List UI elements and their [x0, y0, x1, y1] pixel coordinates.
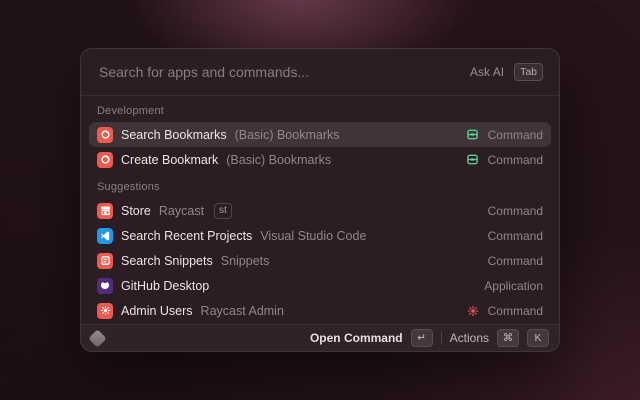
item-title: Search Snippets — [121, 254, 213, 268]
results-list: Development Search Bookmarks (Basic) Bookm… — [81, 96, 559, 324]
store-icon — [97, 203, 113, 219]
item-type-label: Application — [484, 279, 543, 293]
search-input[interactable] — [97, 63, 460, 81]
section-header-suggestions: Suggestions — [89, 172, 551, 198]
bookmarks-icon — [97, 152, 113, 168]
actions-button[interactable]: Actions — [450, 331, 489, 345]
open-command-button[interactable]: Open Command — [310, 331, 403, 345]
item-title: Search Bookmarks — [121, 128, 227, 142]
burst-red-icon — [466, 304, 480, 318]
archive-green-icon — [466, 153, 480, 167]
item-title: GitHub Desktop — [121, 279, 209, 293]
item-type-label: Command — [488, 304, 543, 318]
item-subtitle: Raycast — [159, 204, 204, 218]
item-type-label: Command — [488, 254, 543, 268]
footer-bar: Open Command ↵ Actions ⌘ K — [81, 324, 559, 351]
list-item[interactable]: Search Bookmarks (Basic) Bookmarks Command — [89, 122, 551, 147]
desktop-background: Ask AI Tab Development Search Bookmarks (B… — [0, 0, 640, 400]
list-item[interactable]: Search Recent Projects Visual Studio Code… — [89, 223, 551, 248]
item-title: Search Recent Projects — [121, 229, 252, 243]
raycast-window: Ask AI Tab Development Search Bookmarks (B… — [80, 48, 560, 352]
admin-users-icon — [97, 303, 113, 319]
item-type-label: Command — [488, 204, 543, 218]
item-type-label: Command — [488, 128, 543, 142]
bookmarks-icon — [97, 127, 113, 143]
item-subtitle: (Basic) Bookmarks — [235, 128, 340, 142]
footer-separator — [441, 332, 442, 344]
vscode-icon — [97, 228, 113, 244]
list-item[interactable]: Search Snippets Snippets Command — [89, 248, 551, 273]
list-item[interactable]: Admin Users Raycast Admin Command — [89, 298, 551, 323]
raycast-logo-icon — [88, 329, 106, 347]
item-title: Store — [121, 204, 151, 218]
section-header-development: Development — [89, 96, 551, 122]
item-type-label: Command — [488, 153, 543, 167]
search-bar: Ask AI Tab — [81, 49, 559, 95]
snippets-icon — [97, 253, 113, 269]
item-subtitle: (Basic) Bookmarks — [226, 153, 331, 167]
tab-key-badge: Tab — [514, 63, 543, 81]
item-subtitle: Visual Studio Code — [260, 229, 366, 243]
list-item[interactable]: GitHub Desktop Application — [89, 273, 551, 298]
list-item[interactable]: Store Raycast st Command — [89, 198, 551, 223]
item-subtitle: Raycast Admin — [201, 304, 284, 318]
github-desktop-icon — [97, 278, 113, 294]
item-title: Create Bookmark — [121, 153, 218, 167]
return-key-icon: ↵ — [411, 329, 433, 347]
command-key-icon: ⌘ — [497, 329, 519, 347]
k-key-icon: K — [527, 329, 549, 347]
ask-ai-label[interactable]: Ask AI — [470, 65, 504, 79]
item-type-label: Command — [488, 229, 543, 243]
item-subtitle: Snippets — [221, 254, 270, 268]
item-alias-badge: st — [214, 203, 232, 219]
list-item[interactable]: Create Bookmark (Basic) Bookmarks Command — [89, 147, 551, 172]
item-title: Admin Users — [121, 304, 193, 318]
archive-green-icon — [466, 128, 480, 142]
